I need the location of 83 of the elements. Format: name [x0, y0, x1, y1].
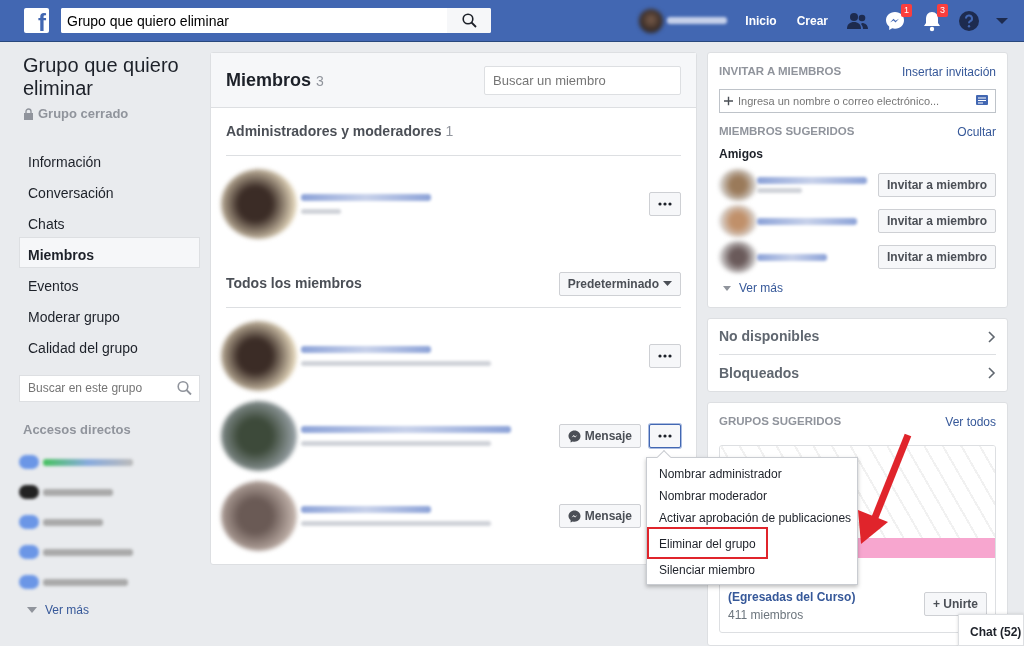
avatar — [719, 205, 757, 237]
group-title: Grupo que quiero eliminar — [22, 54, 180, 100]
list-item[interactable]: Bloqueados — [719, 355, 996, 391]
menu-item[interactable]: Activar aprobación de publicaciones — [648, 506, 856, 528]
caret-icon[interactable] — [996, 16, 1008, 25]
group-privacy: Grupo cerrado — [38, 105, 129, 123]
caret-icon — [27, 607, 37, 613]
menu-item[interactable]: Eliminar del grupo — [648, 528, 767, 558]
menu-item[interactable]: Nombrar moderador — [648, 484, 856, 506]
sidebar-item[interactable]: Conversación — [19, 174, 200, 206]
search-button[interactable] — [447, 8, 491, 33]
section-heading: GRUPOS SUGERIDOS — [719, 414, 842, 429]
logo[interactable]: f — [24, 8, 49, 33]
section-heading: MIEMBROS SUGERIDOS — [719, 124, 855, 139]
sidebar-item[interactable]: Información — [19, 143, 200, 175]
chevron-icon — [988, 330, 996, 343]
see-more-link[interactable]: Ver más — [723, 279, 996, 297]
blurred-detail — [757, 188, 802, 193]
nav-link[interactable]: Inicio — [735, 11, 787, 30]
bell-icon[interactable] — [922, 9, 942, 32]
plus-icon — [724, 96, 733, 106]
sidebar-item[interactable]: Calidad del grupo — [19, 329, 200, 361]
search-icon — [461, 13, 477, 28]
blurred-name[interactable] — [301, 506, 431, 513]
hide-link[interactable]: Ocultar — [957, 123, 996, 141]
contacts-icon[interactable] — [976, 95, 988, 107]
profile-link[interactable] — [639, 8, 728, 33]
dots-icon — [658, 354, 672, 358]
dots-icon — [658, 202, 672, 206]
panel-title: Miembros 3 — [226, 68, 324, 92]
invite-button[interactable]: Invitar a miembro — [877, 245, 996, 269]
messenger-icon — [567, 429, 581, 443]
caret-icon — [663, 281, 672, 286]
group-search-field[interactable]: Buscar en este grupo — [19, 374, 200, 402]
caret-icon — [723, 285, 731, 291]
embed-invite-link[interactable]: Insertar invitación — [901, 63, 996, 81]
list-item[interactable]: No disponibles — [719, 319, 996, 355]
chat-button[interactable]: Chat (52) — [958, 614, 1024, 646]
notification-count: 3 — [937, 3, 948, 17]
help-icon[interactable] — [958, 9, 980, 32]
dots-icon — [658, 434, 672, 438]
blurred-name[interactable] — [301, 194, 431, 201]
messenger-icon — [567, 509, 581, 523]
invite-button[interactable]: Invitar a miembro — [877, 209, 996, 233]
join-button[interactable]: + Unirte — [924, 592, 987, 616]
nav-link[interactable]: Crear — [786, 11, 838, 30]
see-all-link[interactable]: Ver todos — [945, 413, 996, 431]
search-icon — [177, 380, 192, 396]
more-button[interactable] — [649, 424, 681, 448]
member-count: 411 miembros — [728, 607, 805, 624]
see-more-link[interactable]: Ver más — [27, 601, 200, 619]
sidebar-item[interactable]: Miembros — [19, 236, 200, 268]
section-heading: Administradores y moderadores 1 — [226, 122, 454, 141]
blurred-name[interactable] — [757, 177, 867, 184]
invite-field[interactable]: Ingresa un nombre o correo electrónico... — [719, 89, 996, 113]
section-heading: Accesos directos — [22, 420, 132, 439]
blurred-name[interactable] — [301, 426, 511, 433]
message-count: 1 — [901, 3, 912, 17]
sidebar-item[interactable]: Chats — [19, 205, 200, 237]
member-search-field[interactable]: Buscar un miembro — [484, 65, 681, 95]
menu-item[interactable]: Silenciar miembro — [648, 558, 856, 580]
section-heading: Todos los miembros — [226, 274, 362, 293]
message-button[interactable]: Mensaje — [558, 424, 641, 448]
avatar — [719, 169, 757, 201]
blurred-name[interactable] — [757, 217, 857, 225]
chevron-icon — [988, 367, 996, 379]
sidebar-item[interactable]: Moderar grupo — [19, 298, 200, 330]
blurred-name[interactable] — [757, 253, 827, 261]
group-name[interactable]: (Egresadas del Curso) — [728, 588, 856, 606]
search-field[interactable]: Grupo que quiero eliminar — [61, 8, 491, 33]
messenger-icon[interactable] — [884, 9, 906, 32]
invite-button[interactable]: Invitar a miembro — [877, 173, 996, 197]
blurred-detail — [301, 209, 341, 214]
sidebar-item[interactable]: Eventos — [19, 267, 200, 299]
section-heading: INVITAR A MIEMBROS — [719, 64, 842, 79]
friends-label: Amigos — [719, 146, 764, 163]
message-button[interactable]: Mensaje — [558, 504, 641, 528]
avatar — [719, 241, 757, 273]
blurred-name[interactable] — [301, 346, 431, 353]
sort-dropdown[interactable]: Predeterminado — [558, 271, 681, 296]
lock-icon — [23, 107, 34, 120]
menu-item[interactable]: Nombrar administrador — [648, 462, 856, 484]
friends-icon[interactable] — [846, 11, 868, 30]
